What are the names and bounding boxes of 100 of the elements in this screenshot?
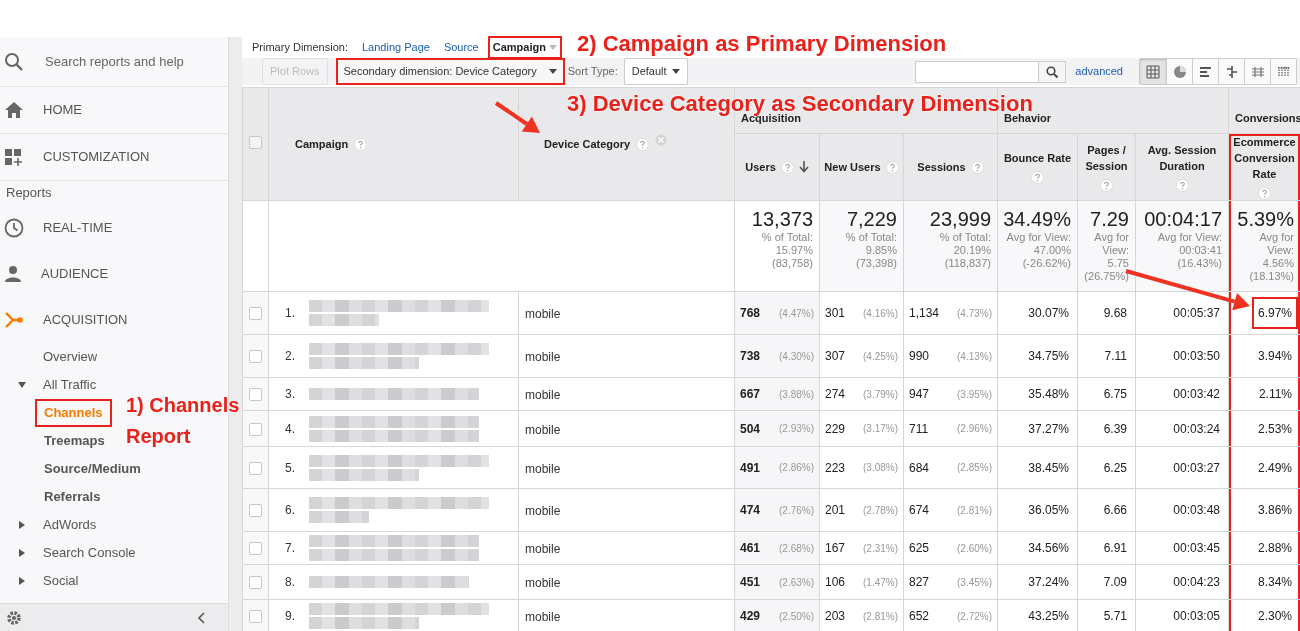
- table-cell-text: (2.93%): [779, 422, 814, 436]
- total-value: 00:04:17: [1143, 207, 1223, 231]
- search-field[interactable]: Search reports and help: [45, 51, 215, 72]
- nav-link[interactable]: Source/Medium: [35, 455, 150, 483]
- table-cell-text: (2.63%): [779, 575, 814, 590]
- total-note: % of Total: 9.85% (73,398): [844, 231, 897, 270]
- view-toggle[interactable]: [1166, 59, 1192, 84]
- table-cell-text: 6.66: [1102, 502, 1128, 519]
- remove-icon: [655, 134, 668, 146]
- checkbox[interactable]: [249, 350, 262, 364]
- help-icon: [1100, 179, 1113, 192]
- chevron-left-icon: [197, 611, 205, 624]
- row-number: 7.: [284, 540, 296, 557]
- total-value: 5.39%: [1236, 207, 1295, 231]
- checkbox[interactable]: [249, 388, 262, 402]
- row-number: 3.: [284, 386, 296, 403]
- sort-type-label: Sort Type:: [567, 64, 618, 80]
- caret-icon: [548, 69, 557, 74]
- table-cell-text: 00:03:48: [1172, 502, 1222, 519]
- row-number: 1.: [284, 305, 296, 322]
- total-note: Avg for View: 5.75 (26.75%): [1083, 231, 1129, 283]
- table-cell-text: (4.73%): [957, 306, 992, 321]
- table-cell-text: 307: [825, 348, 846, 365]
- table-cell-text: 827: [909, 574, 930, 591]
- table-cell-text: 6.25: [1102, 459, 1128, 477]
- nav-item[interactable]: AUDIENCE: [0, 251, 228, 297]
- search-button[interactable]: [1039, 60, 1067, 83]
- table-cell-text: (4.25%): [863, 349, 898, 364]
- table-cell-text: (2.50%): [779, 609, 814, 624]
- table-cell-text: 37.24%: [1027, 574, 1070, 591]
- total-value: 7.29: [1089, 207, 1129, 231]
- comparison-icon: [1224, 64, 1239, 79]
- table-search-field[interactable]: [915, 60, 1040, 83]
- nav-item[interactable]: ACQUISITION: [0, 297, 228, 343]
- table-cell-text: 7.11: [1103, 348, 1128, 365]
- column-header[interactable]: Sessions: [917, 159, 966, 175]
- table-cell-text: 35.48%: [1027, 386, 1070, 403]
- sort-type-dropdown[interactable]: Default: [623, 58, 688, 85]
- table-cell-text: 1,134: [909, 305, 940, 322]
- table-cell-text: 684: [909, 459, 930, 477]
- nav-link[interactable]: Treemaps: [35, 427, 114, 455]
- nav-item[interactable]: REAL-TIME: [0, 205, 228, 251]
- help-icon: [636, 137, 650, 151]
- table-cell-text: 474: [740, 502, 761, 519]
- view-toggle[interactable]: [1244, 59, 1270, 84]
- view-toggle[interactable]: [1270, 59, 1296, 84]
- pivot-icon: [1250, 64, 1265, 79]
- caret-icon: [671, 69, 680, 74]
- table-cell-text: 3.86%: [1257, 502, 1294, 519]
- column-header[interactable]: Users: [745, 159, 776, 175]
- nav-link[interactable]: Overview: [43, 347, 98, 367]
- table-cell-text: (2.31%): [863, 541, 898, 556]
- table-cell-text: 106: [825, 574, 846, 591]
- checkbox[interactable]: [249, 504, 262, 518]
- table-cell: mobile: [525, 542, 561, 556]
- help-icon: [970, 160, 984, 174]
- view-toggle-group[interactable]: [1139, 58, 1297, 85]
- table-cell: mobile: [525, 610, 561, 624]
- column-header[interactable]: Campaign: [295, 135, 349, 153]
- view-toggle[interactable]: [1218, 59, 1244, 84]
- secondary-dimension-dropdown[interactable]: Secondary dimension: Device Category: [335, 58, 565, 85]
- table-cell-text: 00:05:37: [1172, 305, 1222, 322]
- columns-icon: [1276, 64, 1291, 79]
- checkbox[interactable]: [249, 610, 262, 624]
- column-header[interactable]: Device Category: [544, 135, 631, 153]
- table-cell-text: (3.79%): [863, 387, 898, 402]
- checkbox[interactable]: [249, 422, 262, 436]
- nav-link[interactable]: Referrals: [35, 483, 110, 511]
- dimension-label: Primary Dimension:: [252, 40, 348, 56]
- help-icon: [780, 160, 794, 174]
- table-cell-text: 223: [825, 459, 846, 477]
- column-header[interactable]: New Users: [824, 159, 881, 175]
- view-toggle[interactable]: [1140, 59, 1166, 84]
- help-icon: [1175, 179, 1189, 192]
- help-icon: [885, 160, 899, 174]
- nav-link[interactable]: All Traffic: [43, 375, 97, 395]
- table-cell-text: (3.95%): [957, 387, 992, 402]
- table-cell-text: (3.08%): [863, 461, 898, 475]
- checkbox[interactable]: [249, 307, 262, 321]
- table-cell-text: 43.25%: [1027, 608, 1070, 625]
- nav-link[interactable]: Search Console: [43, 543, 136, 563]
- table-cell-text: 504: [740, 420, 761, 438]
- checkbox[interactable]: [249, 461, 262, 475]
- nav-link[interactable]: Social: [43, 571, 79, 591]
- dimension-link[interactable]: Source: [443, 39, 479, 56]
- advanced-link[interactable]: advanced: [1075, 63, 1123, 80]
- table-cell: mobile: [525, 576, 561, 590]
- nav-link[interactable]: AdWords: [43, 515, 97, 535]
- checkbox[interactable]: [249, 542, 262, 556]
- table-cell-text: 947: [909, 386, 930, 403]
- checkbox[interactable]: [249, 576, 262, 590]
- dimension-link[interactable]: Landing Page: [361, 39, 430, 56]
- table-cell-text: 491: [740, 459, 761, 477]
- table-cell-text: 00:03:42: [1172, 386, 1222, 403]
- checkbox[interactable]: [249, 136, 262, 149]
- table-cell: mobile: [525, 504, 561, 518]
- row-number: 2.: [284, 348, 296, 365]
- table-cell: mobile: [525, 388, 561, 402]
- view-toggle[interactable]: [1192, 59, 1218, 84]
- table-cell-text: 00:03:24: [1172, 420, 1222, 438]
